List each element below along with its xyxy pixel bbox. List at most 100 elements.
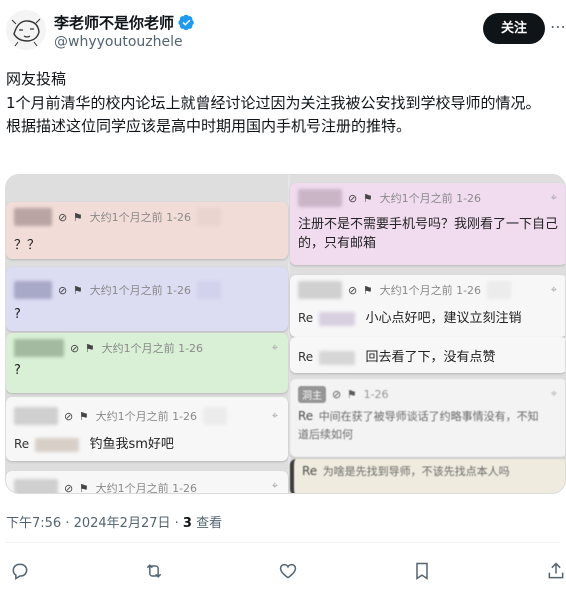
share-icon bbox=[548, 562, 564, 579]
forum-card: ⊘ ⚑ 大约1个月之前 1-26 ⌖ ? bbox=[6, 333, 288, 393]
like-icon bbox=[279, 563, 297, 579]
tweet-media-image[interactable]: ⊘ ⚑ 大约1个月之前 1-26 ？？ ⊘ ⚑ 大约1个月之前 1-26 ? ⊘… bbox=[5, 174, 566, 494]
card-time: 大约1个月之前 1-26 bbox=[89, 211, 192, 224]
card-text: ? bbox=[14, 363, 21, 378]
bookmark-button[interactable] bbox=[410, 559, 434, 583]
forum-card: Re 回去看了下，没有点赞 bbox=[290, 337, 565, 373]
tweet-header: 李老师不是你老师 @whyyoutouzhele 关注 ⋯ bbox=[0, 0, 566, 64]
card-body: 为啥是先找到导师，不该先找点本人吗 bbox=[322, 465, 510, 478]
ban-flag-icon: ⊘ ⚑ bbox=[64, 481, 90, 494]
tweet-line: 网友投稿 bbox=[6, 70, 67, 88]
forum-card: ⊘ ⚑ 大约1个月之前 1-26 ⌖ 注册不是不需要手机号吗？我刚看了一下自己的… bbox=[290, 183, 565, 265]
card-meta: ⊘ ⚑ 大约1个月之前 1-26 bbox=[14, 407, 228, 425]
card-time: 大约1个月之前 1-26 bbox=[379, 192, 482, 205]
pin-icon: ⌖ bbox=[550, 387, 557, 400]
reply-tag: Re bbox=[298, 350, 314, 364]
forum-card: ⊘ ⚑ 大约1个月之前 1-26 ⌖ Re 小心点好吧，建议立刻注销 bbox=[290, 275, 565, 337]
follow-button[interactable]: 关注 bbox=[483, 13, 545, 44]
reply-tag: Re bbox=[298, 311, 314, 325]
blurred-id bbox=[203, 407, 228, 425]
timestamp-text[interactable]: 下午7:56 · 2024年2月27日 · bbox=[6, 516, 183, 531]
ban-flag-icon: ⊘ ⚑ bbox=[58, 283, 84, 297]
like-button[interactable] bbox=[276, 559, 300, 583]
forum-card: ⊘ ⚑ 大约1个月之前 1-26 ？？ bbox=[6, 202, 288, 259]
ban-flag-icon: ⊘ ⚑ bbox=[70, 341, 96, 355]
author-name-row[interactable]: 李老师不是你老师 bbox=[54, 12, 195, 33]
card-text: Re 回去看了下，没有点赞 bbox=[298, 346, 495, 365]
tweet-line: 根据描述这位同学应该是高中时期用国内手机号注册的推特。 bbox=[6, 117, 412, 135]
card-time: 大约1个月之前 1-26 bbox=[89, 284, 192, 297]
divider bbox=[6, 542, 560, 543]
author-handle[interactable]: @whyyoutouzhele bbox=[54, 34, 183, 50]
pin-icon: ⌖ bbox=[271, 479, 278, 492]
verified-badge-icon bbox=[178, 14, 194, 31]
ban-flag-icon: ⊘ ⚑ bbox=[332, 387, 358, 401]
card-body: 中间在获了被导师谈话了约略事情没有，不知道后续如何 bbox=[298, 410, 539, 441]
reply-tag: Re bbox=[302, 464, 318, 478]
forum-card: ⊘ ⚑ 大约1个月之前 1-26 ? bbox=[6, 267, 288, 331]
card-body: 钓鱼我sm好吧 bbox=[89, 437, 174, 452]
forum-card: Re 为啥是先找到导师，不该先找点本人吗 bbox=[290, 459, 565, 493]
action-bar bbox=[0, 556, 566, 586]
blurred-avatar bbox=[14, 281, 52, 299]
card-time: 大约1个月之前 1-26 bbox=[101, 342, 204, 355]
forum-card: ⊘ ⚑ 大约1个月之前 1-26 ⌖ Re 钓鱼我sm好吧 bbox=[6, 397, 288, 461]
blurred-id bbox=[487, 281, 512, 299]
card-body: 小心点好吧，建议立刻注销 bbox=[365, 311, 522, 326]
card-text: Re 钓鱼我sm好吧 bbox=[14, 433, 174, 452]
author-display-name[interactable]: 李老师不是你老师 bbox=[54, 12, 174, 33]
pin-icon: ⌖ bbox=[271, 341, 278, 354]
card-body: 回去看了下，没有点赞 bbox=[365, 350, 496, 365]
card-meta: ⊘ ⚑ 大约1个月之前 1-26 bbox=[14, 479, 198, 494]
bookmark-icon bbox=[416, 562, 428, 580]
views-label: 查看 bbox=[191, 516, 223, 531]
retweet-button[interactable] bbox=[142, 559, 166, 583]
card-meta: ⊘ ⚑ 大约1个月之前 1-26 bbox=[298, 189, 481, 207]
views-count: 3 bbox=[182, 516, 192, 531]
ban-flag-icon: ⊘ ⚑ bbox=[348, 283, 374, 297]
ban-flag-icon: ⊘ ⚑ bbox=[64, 409, 90, 423]
forum-card: ⊘ ⚑ 大约1个月之前 1-26 ⌖ bbox=[6, 471, 288, 494]
card-meta: ⊘ ⚑ 大约1个月之前 1-26 bbox=[14, 281, 222, 299]
reply-tag: Re bbox=[298, 409, 314, 423]
reply-button[interactable] bbox=[8, 559, 32, 583]
blurred-avatar bbox=[14, 339, 64, 357]
retweet-icon bbox=[146, 564, 162, 578]
blurred-name bbox=[35, 437, 80, 452]
card-text: 注册不是不需要手机号吗？我刚看了一下自己的，只有邮箱 bbox=[298, 217, 559, 251]
card-meta: ⊘ ⚑ 大约1个月之前 1-26 bbox=[14, 208, 222, 226]
tweet-line: 1个月前清华的校内论坛上就曾经讨论过因为关注我被公安找到学校导师的情况。 bbox=[6, 93, 541, 112]
blurred-avatar bbox=[14, 407, 58, 425]
ban-flag-icon: ⊘ ⚑ bbox=[58, 210, 84, 224]
tweet-text: 网友投稿 1个月前清华的校内论坛上就曾经讨论过因为关注我被公安找到学校导师的情况… bbox=[6, 68, 562, 139]
blurred-avatar bbox=[298, 189, 342, 207]
share-button[interactable] bbox=[544, 559, 566, 583]
owner-tag: 洞主 bbox=[298, 385, 326, 403]
card-text: ? bbox=[14, 307, 21, 322]
more-icon[interactable]: ⋯ bbox=[550, 19, 566, 37]
card-time: 大约1个月之前 1-26 bbox=[95, 482, 198, 494]
blurred-avatar bbox=[14, 208, 52, 226]
blurred-id bbox=[197, 208, 222, 226]
card-text: Re 小心点好吧，建议立刻注销 bbox=[298, 307, 521, 326]
reply-tag: Re bbox=[14, 437, 30, 451]
avatar[interactable] bbox=[6, 10, 46, 50]
blurred-name bbox=[319, 311, 356, 326]
forum-card: 洞主 ⊘ ⚑ 1-26 ⌖ Re 中间在获了被导师谈话了约略事情没有，不知道后续… bbox=[290, 379, 565, 457]
blurred-id bbox=[197, 281, 222, 299]
card-meta: ⊘ ⚑ 大约1个月之前 1-26 bbox=[298, 281, 512, 299]
card-meta: 洞主 ⊘ ⚑ 1-26 bbox=[298, 385, 389, 403]
blurred-avatar bbox=[14, 479, 58, 493]
card-text: Re 为啥是先找到导师，不该先找点本人吗 bbox=[302, 463, 552, 480]
card-text: ？？ bbox=[14, 238, 41, 253]
blurred-avatar bbox=[298, 281, 342, 299]
pin-icon: ⌖ bbox=[271, 409, 278, 422]
tweet-timestamp[interactable]: 下午7:56 · 2024年2月27日 · 3 查看 bbox=[6, 512, 222, 531]
avatar-sketch-icon bbox=[6, 10, 46, 50]
ban-flag-icon: ⊘ ⚑ bbox=[348, 191, 374, 205]
card-time: 大约1个月之前 1-26 bbox=[95, 410, 198, 423]
card-time: 1-26 bbox=[363, 387, 389, 401]
card-meta: ⊘ ⚑ 大约1个月之前 1-26 bbox=[14, 339, 203, 357]
media-right-column: ⊘ ⚑ 大约1个月之前 1-26 ⌖ 注册不是不需要手机号吗？我刚看了一下自己的… bbox=[290, 175, 565, 493]
media-left-column: ⊘ ⚑ 大约1个月之前 1-26 ？？ ⊘ ⚑ 大约1个月之前 1-26 ? ⊘… bbox=[6, 175, 288, 494]
